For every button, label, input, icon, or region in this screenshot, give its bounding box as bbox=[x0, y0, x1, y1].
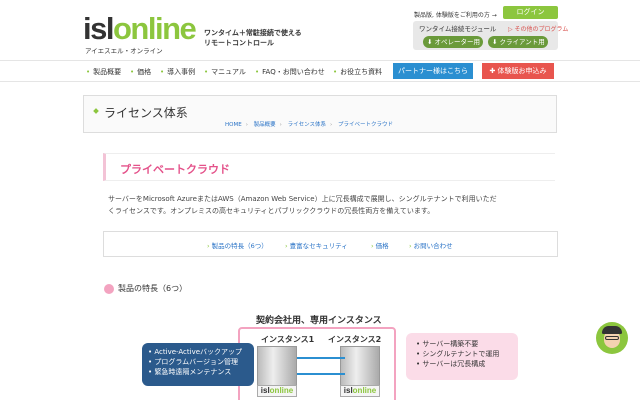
left-feature-item: Active-Activeバックアップ bbox=[148, 347, 254, 357]
title-bullet-icon bbox=[93, 108, 99, 114]
tagline: ワンタイム＋常駐接続で使える リモートコントロール bbox=[204, 29, 302, 47]
breadcrumb-home[interactable]: HOME bbox=[225, 122, 242, 128]
nav-faq-contact[interactable]: FAQ・お問い合わせ bbox=[255, 67, 325, 77]
logo-subtitle: アイエスエル・オンライン bbox=[85, 47, 163, 55]
diagram-title: 契約会社用、専用インスタンス bbox=[256, 316, 382, 326]
breadcrumb: HOME › 製品概要 › ライセンス体系 › プライベートクラウド bbox=[225, 122, 393, 128]
left-feature-item: 緊急時遠隔メンテナンス bbox=[148, 367, 254, 377]
right-feature-item: サーバーは冗長構成 bbox=[416, 359, 518, 369]
right-feature-item: シングルテナントで運用 bbox=[416, 349, 518, 359]
other-programs-link[interactable]: ▷ その他のプログラム bbox=[508, 24, 568, 33]
page-title-area: ライセンス体系 HOME › 製品概要 › ライセンス体系 › プライベートクラウド bbox=[83, 95, 557, 133]
page-title: ライセンス体系 bbox=[104, 106, 188, 120]
backup-features-box: Active-Activeバックアップ プログラムバージョン管理 緊急時遠隔メン… bbox=[142, 343, 254, 386]
nav-resources[interactable]: お役立ち資料 bbox=[333, 67, 382, 77]
sub-heading-bullet-icon bbox=[104, 284, 114, 294]
server-2-logo: islonline bbox=[340, 385, 380, 397]
server-1-logo: islonline bbox=[257, 385, 297, 397]
login-button[interactable]: ログイン bbox=[503, 6, 558, 19]
module-label: ワンタイム接続モジュール bbox=[419, 25, 497, 33]
right-feature-item: サーバー構築不要 bbox=[416, 339, 518, 349]
nav-manual[interactable]: マニュアル bbox=[204, 67, 246, 77]
anchor-price[interactable]: 価格 bbox=[371, 240, 389, 250]
header: islonline アイエスエル・オンライン ワンタイム＋常駐接続で使える リモ… bbox=[0, 0, 640, 60]
server-features-box: サーバー構築不要 シングルテナントで運用 サーバーは冗長構成 bbox=[406, 333, 518, 380]
nav-price[interactable]: 価格 bbox=[130, 67, 151, 77]
trial-apply-button[interactable]: ✚ 体験版お申込み bbox=[482, 63, 554, 79]
nav-product-overview[interactable]: 製品概要 bbox=[86, 67, 121, 77]
section-heading-box: プライベートクラウド bbox=[103, 153, 555, 181]
client-download-button[interactable]: ⬇ クライアント用 bbox=[488, 36, 548, 48]
chat-avatar-icon[interactable] bbox=[596, 322, 628, 354]
nav-case-studies[interactable]: 導入事例 bbox=[160, 67, 195, 77]
instance-1-label: インスタンス1 bbox=[261, 335, 315, 344]
anchor-features[interactable]: 製品の特長（6つ） bbox=[207, 240, 268, 250]
operator-download-button[interactable]: ⬇ オペレーター用 bbox=[423, 36, 483, 48]
link-line-1 bbox=[297, 357, 345, 359]
link-line-2 bbox=[297, 373, 345, 375]
server-1-icon bbox=[257, 346, 297, 386]
breadcrumb-product[interactable]: 製品概要 bbox=[254, 122, 276, 128]
anchor-security[interactable]: 豊富なセキュリティ bbox=[285, 240, 348, 250]
breadcrumb-current[interactable]: プライベートクラウド bbox=[338, 122, 393, 128]
breadcrumb-license[interactable]: ライセンス体系 bbox=[288, 122, 326, 128]
section-heading: プライベートクラウド bbox=[120, 163, 230, 176]
logo[interactable]: islonline bbox=[83, 13, 197, 44]
anchor-contact[interactable]: お問い合わせ bbox=[409, 240, 453, 250]
instance-2-label: インスタンス2 bbox=[328, 335, 382, 344]
section-description: サーバーをMicrosoft AzureまたはAWS（Amazon Web Se… bbox=[108, 195, 497, 215]
left-feature-item: プログラムバージョン管理 bbox=[148, 357, 254, 367]
server-2-icon bbox=[340, 346, 380, 386]
partner-button[interactable]: パートナー様はこちら bbox=[393, 63, 473, 79]
anchor-links: 製品の特長（6つ） 豊富なセキュリティ 価格 お問い合わせ bbox=[103, 231, 558, 257]
sub-heading: 製品の特長（6つ） bbox=[118, 284, 188, 293]
trial-users-link[interactable]: 製品版, 体験版をご利用の方 → bbox=[414, 10, 497, 19]
